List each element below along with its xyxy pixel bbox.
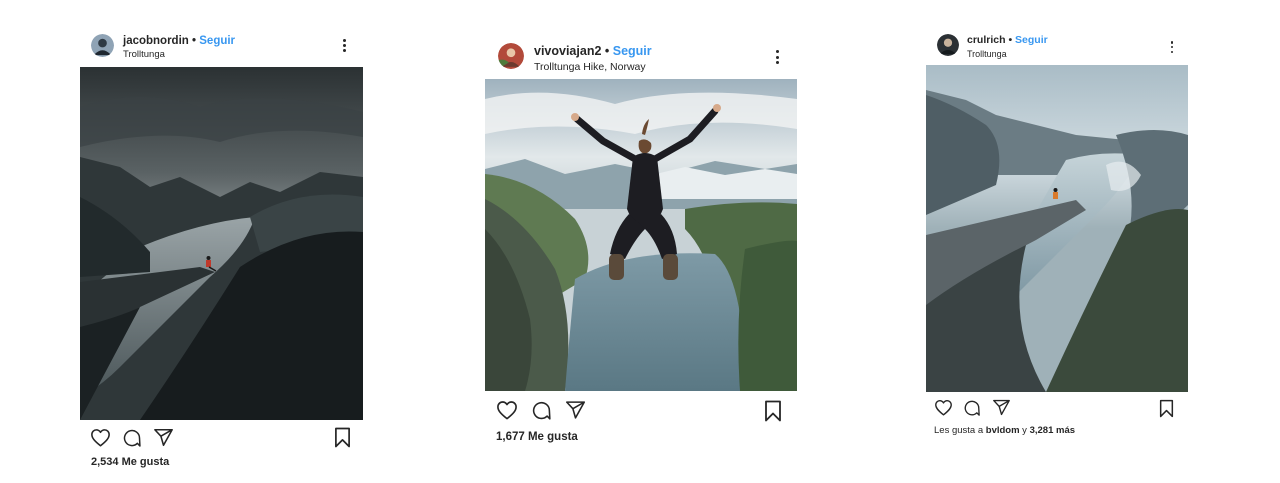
- paper-plane-icon[interactable]: [992, 399, 1011, 416]
- avatar[interactable]: [937, 34, 959, 56]
- avatar[interactable]: [91, 34, 114, 57]
- post-header-text: crulrich • Seguir Trolltunga: [967, 34, 1048, 61]
- paper-plane-icon[interactable]: [565, 400, 586, 420]
- bookmark-outline-icon[interactable]: [334, 427, 351, 448]
- likes-prefix: Les gusta a: [934, 425, 986, 436]
- comment-bubble-icon[interactable]: [122, 428, 142, 448]
- likes-count[interactable]: 2,534 Me gusta: [91, 456, 169, 468]
- username-link[interactable]: vivoviajan2: [534, 44, 601, 58]
- location-link[interactable]: Trolltunga: [967, 47, 1048, 61]
- post-photo[interactable]: [485, 79, 797, 391]
- location-link[interactable]: Trolltunga: [123, 48, 235, 62]
- likes-summary[interactable]: Les gusta a bvldom y 3,281 más: [934, 425, 1075, 436]
- bookmark-outline-icon[interactable]: [1159, 399, 1174, 418]
- more-options-icon[interactable]: [342, 39, 346, 52]
- follow-button[interactable]: Seguir: [1015, 34, 1048, 46]
- post-card-jacobnordin: jacobnordin • Seguir Trolltunga 2,534 Me…: [80, 28, 363, 478]
- post-card-vivoviajan2: vivoviajan2 • Seguir Trolltunga Hike, No…: [485, 38, 797, 448]
- post-photo[interactable]: [80, 67, 363, 420]
- post-photo[interactable]: [926, 65, 1188, 392]
- likes-middle: y: [1019, 425, 1030, 436]
- heart-outline-icon[interactable]: [934, 399, 953, 416]
- comment-bubble-icon[interactable]: [531, 400, 552, 421]
- more-options-icon[interactable]: [775, 50, 779, 64]
- post-card-crulrich: crulrich • Seguir Trolltunga Les gusta a…: [926, 28, 1188, 443]
- username-link[interactable]: crulrich: [967, 34, 1006, 46]
- likes-count[interactable]: 1,677 Me gusta: [496, 431, 578, 443]
- post-header-text: vivoviajan2 • Seguir Trolltunga Hike, No…: [534, 43, 652, 75]
- avatar[interactable]: [498, 43, 524, 69]
- heart-outline-icon[interactable]: [496, 400, 518, 420]
- paper-plane-icon[interactable]: [153, 428, 174, 447]
- likes-count[interactable]: 3,281 más: [1030, 425, 1075, 436]
- follow-button[interactable]: Seguir: [613, 44, 652, 58]
- heart-outline-icon[interactable]: [90, 428, 111, 447]
- separator-dot: •: [604, 44, 613, 58]
- liked-by-user-link[interactable]: bvldom: [986, 425, 1020, 436]
- more-options-icon[interactable]: [1170, 41, 1174, 53]
- post-header-text: jacobnordin • Seguir Trolltunga: [123, 34, 235, 62]
- bookmark-outline-icon[interactable]: [764, 400, 782, 422]
- username-link[interactable]: jacobnordin: [123, 35, 189, 47]
- follow-button[interactable]: Seguir: [199, 35, 235, 47]
- comment-bubble-icon[interactable]: [963, 399, 981, 417]
- location-link[interactable]: Trolltunga Hike, Norway: [534, 59, 652, 75]
